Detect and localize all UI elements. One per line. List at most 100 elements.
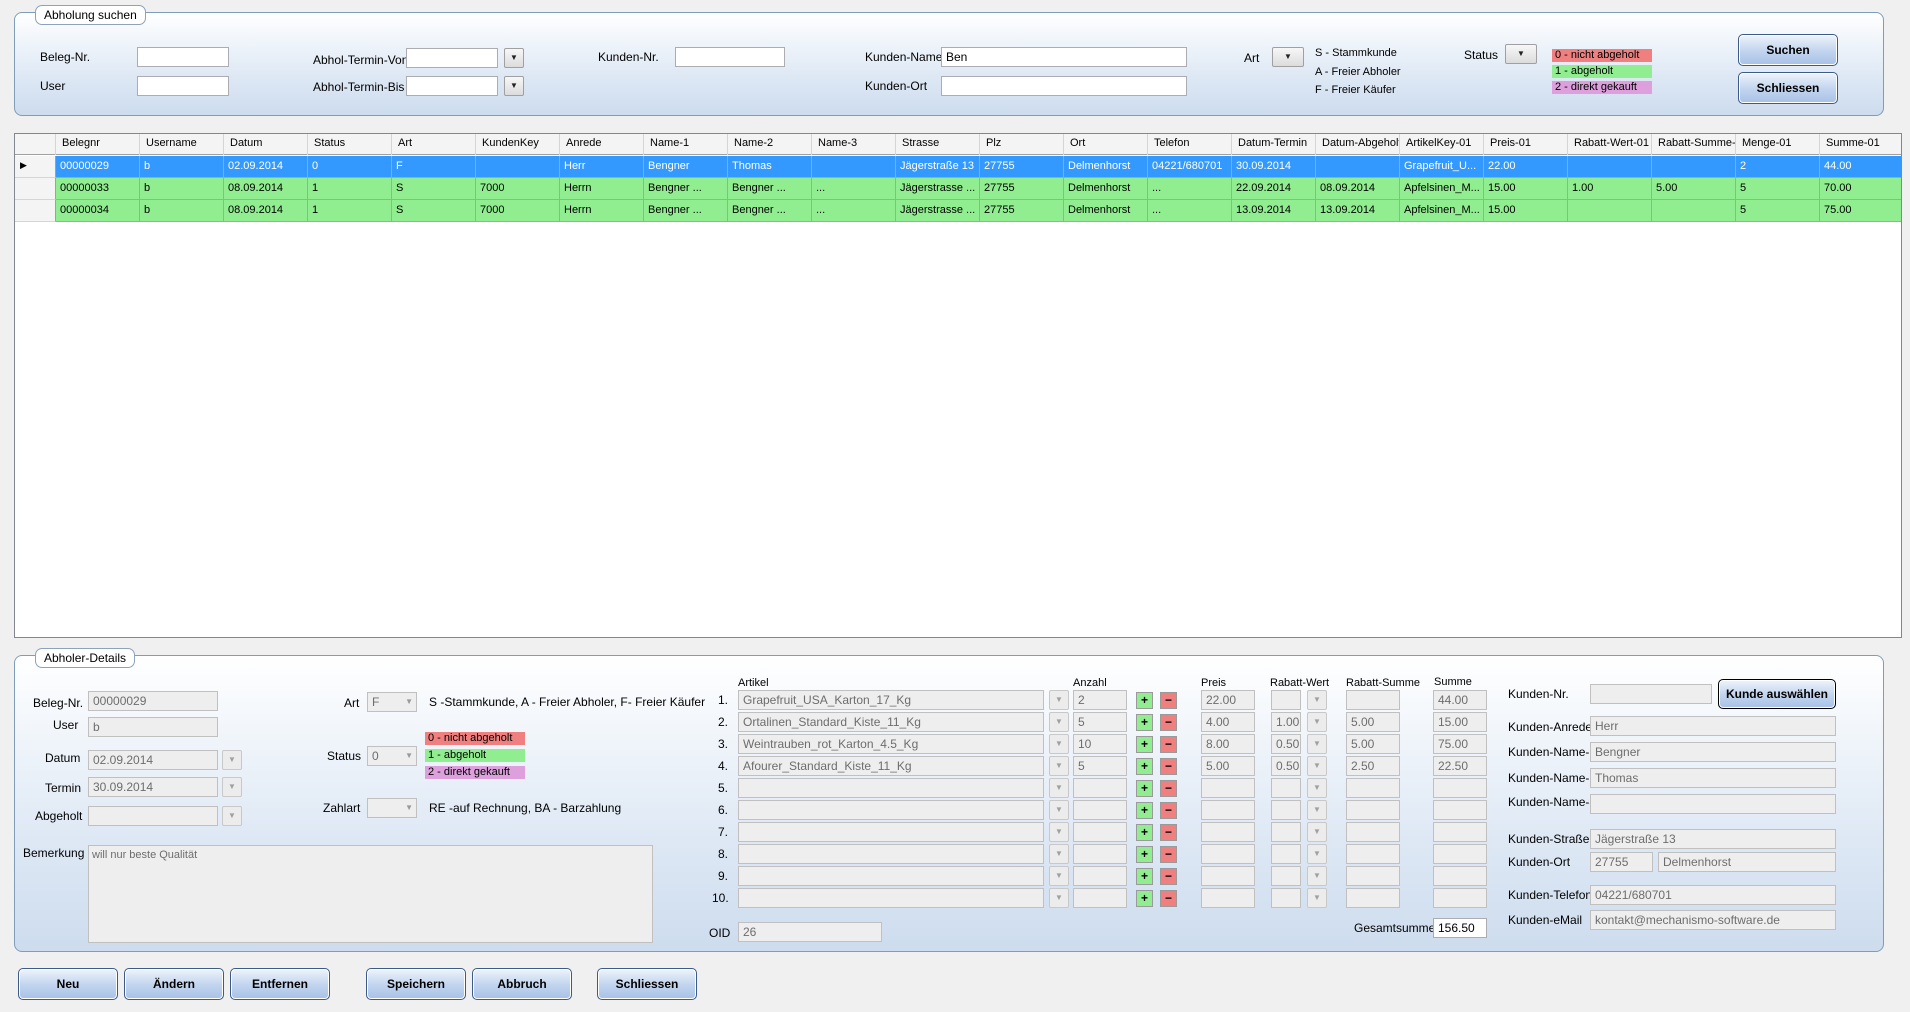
detail-termin-dropdown[interactable]: ▼ bbox=[222, 777, 242, 797]
item-artikel-dropdown[interactable]: ▼ bbox=[1049, 690, 1069, 710]
item-rabatt-summe-field[interactable] bbox=[1346, 690, 1400, 710]
grid-column-header[interactable]: Anrede bbox=[560, 134, 644, 155]
item-artikel-field[interactable]: Grapefruit_USA_Karton_17_Kg bbox=[738, 690, 1044, 710]
abhol-termin-bis-dropdown[interactable]: ▼ bbox=[504, 76, 524, 96]
item-artikel-dropdown[interactable]: ▼ bbox=[1049, 888, 1069, 908]
grid-cell[interactable] bbox=[1568, 200, 1652, 222]
search-button[interactable]: Suchen bbox=[1738, 34, 1838, 66]
item-anzahl-field[interactable] bbox=[1073, 866, 1127, 886]
grid-cell[interactable]: 00000033 bbox=[56, 178, 140, 200]
item-plus-button[interactable]: + bbox=[1136, 758, 1153, 775]
grid-column-header[interactable]: Plz bbox=[980, 134, 1064, 155]
kunden-nr-input[interactable] bbox=[675, 47, 785, 67]
item-artikel-field[interactable] bbox=[738, 888, 1044, 908]
grid-cell[interactable] bbox=[1652, 200, 1736, 222]
grid-cell[interactable]: 1 bbox=[308, 178, 392, 200]
grid-cell[interactable]: Herrn bbox=[560, 200, 644, 222]
grid-column-header[interactable]: Name-3 bbox=[812, 134, 896, 155]
grid-column-header[interactable]: Strasse bbox=[896, 134, 980, 155]
item-plus-button[interactable]: + bbox=[1136, 714, 1153, 731]
grid-cell[interactable]: b bbox=[140, 200, 224, 222]
item-artikel-dropdown[interactable]: ▼ bbox=[1049, 778, 1069, 798]
grid-cell[interactable]: b bbox=[140, 156, 224, 178]
item-artikel-field[interactable] bbox=[738, 866, 1044, 886]
table-row[interactable]: ▶ 00000029 b 02.09.2014 0 F Herr Bengner Thomas J… bbox=[15, 156, 1901, 178]
grid-column-header[interactable]: Belegnr bbox=[56, 134, 140, 155]
grid-column-header[interactable]: Preis-01 bbox=[1484, 134, 1568, 155]
item-rabatt-wert-dropdown[interactable]: ▼ bbox=[1307, 844, 1327, 864]
item-anzahl-field[interactable] bbox=[1073, 778, 1127, 798]
item-summe-field[interactable] bbox=[1433, 778, 1487, 798]
art-dropdown[interactable]: ▼ bbox=[1272, 47, 1304, 67]
item-plus-button[interactable]: + bbox=[1136, 692, 1153, 709]
grid-cell[interactable]: 1.00 bbox=[1568, 178, 1652, 200]
grid-cell[interactable]: 70.00 bbox=[1820, 178, 1901, 200]
grid-cell[interactable]: 04221/680701 bbox=[1148, 156, 1232, 178]
item-artikel-field[interactable] bbox=[738, 778, 1044, 798]
abbruch-button[interactable]: Abbruch bbox=[472, 968, 572, 1000]
item-artikel-dropdown[interactable]: ▼ bbox=[1049, 844, 1069, 864]
item-rabatt-wert-field[interactable] bbox=[1271, 800, 1301, 820]
grid-column-header[interactable]: KundenKey bbox=[476, 134, 560, 155]
item-summe-field[interactable]: 75.00 bbox=[1433, 734, 1487, 754]
item-anzahl-field[interactable] bbox=[1073, 800, 1127, 820]
grid-cell[interactable]: ... bbox=[812, 200, 896, 222]
item-preis-field[interactable] bbox=[1201, 888, 1255, 908]
grid-cell[interactable]: Jägerstrasse ... bbox=[896, 200, 980, 222]
item-minus-button[interactable]: − bbox=[1160, 692, 1177, 709]
item-preis-field[interactable]: 8.00 bbox=[1201, 734, 1255, 754]
grid-column-header[interactable]: Name-2 bbox=[728, 134, 812, 155]
results-grid[interactable]: Belegnr Username Datum Status Art KundenKey An… bbox=[14, 133, 1902, 638]
item-rabatt-wert-dropdown[interactable]: ▼ bbox=[1307, 712, 1327, 732]
item-anzahl-field[interactable] bbox=[1073, 844, 1127, 864]
grid-cell[interactable]: ... bbox=[812, 178, 896, 200]
schliessen-button[interactable]: Schliessen bbox=[597, 968, 697, 1000]
item-anzahl-field[interactable] bbox=[1073, 888, 1127, 908]
item-summe-field[interactable]: 44.00 bbox=[1433, 690, 1487, 710]
item-artikel-dropdown[interactable]: ▼ bbox=[1049, 734, 1069, 754]
grid-cell[interactable]: Apfelsinen_M... bbox=[1400, 200, 1484, 222]
item-artikel-dropdown[interactable]: ▼ bbox=[1049, 712, 1069, 732]
item-rabatt-wert-field[interactable]: 0.50 bbox=[1271, 734, 1301, 754]
entfernen-button[interactable]: Entfernen bbox=[230, 968, 330, 1000]
item-summe-field[interactable] bbox=[1433, 888, 1487, 908]
grid-cell[interactable]: 5.00 bbox=[1652, 178, 1736, 200]
item-rabatt-wert-field[interactable] bbox=[1271, 844, 1301, 864]
grid-column-header[interactable]: Ort bbox=[1064, 134, 1148, 155]
item-rabatt-wert-field[interactable] bbox=[1271, 888, 1301, 908]
grid-cell[interactable]: 08.09.2014 bbox=[1316, 178, 1400, 200]
grid-cell[interactable]: 27755 bbox=[980, 156, 1064, 178]
status-dropdown[interactable]: ▼ bbox=[1505, 44, 1537, 64]
grid-column-header[interactable]: Name-1 bbox=[644, 134, 728, 155]
table-row[interactable]: 00000033 b 08.09.2014 1 S 7000 Herrn Bengner ..… bbox=[15, 178, 1901, 200]
item-rabatt-summe-field[interactable] bbox=[1346, 800, 1400, 820]
grid-column-header[interactable]: Art bbox=[392, 134, 476, 155]
grid-cell[interactable] bbox=[812, 156, 896, 178]
grid-cell[interactable]: S bbox=[392, 200, 476, 222]
grid-column-header[interactable]: Datum-Termin bbox=[1232, 134, 1316, 155]
grid-cell[interactable] bbox=[1568, 156, 1652, 178]
item-anzahl-field[interactable]: 5 bbox=[1073, 712, 1127, 732]
grid-cell[interactable]: Grapefruit_U... bbox=[1400, 156, 1484, 178]
grid-cell[interactable]: 2 bbox=[1736, 156, 1820, 178]
item-rabatt-summe-field[interactable]: 2.50 bbox=[1346, 756, 1400, 776]
grid-cell[interactable]: Jägerstrasse ... bbox=[896, 178, 980, 200]
grid-cell[interactable]: Bengner bbox=[644, 156, 728, 178]
item-plus-button[interactable]: + bbox=[1136, 846, 1153, 863]
row-header[interactable]: ▶ bbox=[15, 156, 56, 178]
item-artikel-field[interactable] bbox=[738, 800, 1044, 820]
item-summe-field[interactable] bbox=[1433, 800, 1487, 820]
grid-column-header[interactable]: Summe-01 bbox=[1820, 134, 1901, 155]
grid-cell[interactable]: 08.09.2014 bbox=[224, 200, 308, 222]
grid-cell[interactable]: Herrn bbox=[560, 178, 644, 200]
grid-cell[interactable]: 75.00 bbox=[1820, 200, 1901, 222]
search-close-button[interactable]: Schliessen bbox=[1738, 72, 1838, 104]
item-anzahl-field[interactable] bbox=[1073, 822, 1127, 842]
grid-cell[interactable]: Delmenhorst bbox=[1064, 156, 1148, 178]
item-rabatt-wert-field[interactable] bbox=[1271, 822, 1301, 842]
grid-cell[interactable]: b bbox=[140, 178, 224, 200]
item-plus-button[interactable]: + bbox=[1136, 890, 1153, 907]
item-artikel-dropdown[interactable]: ▼ bbox=[1049, 822, 1069, 842]
grid-cell[interactable]: 13.09.2014 bbox=[1232, 200, 1316, 222]
row-header[interactable] bbox=[15, 178, 56, 200]
